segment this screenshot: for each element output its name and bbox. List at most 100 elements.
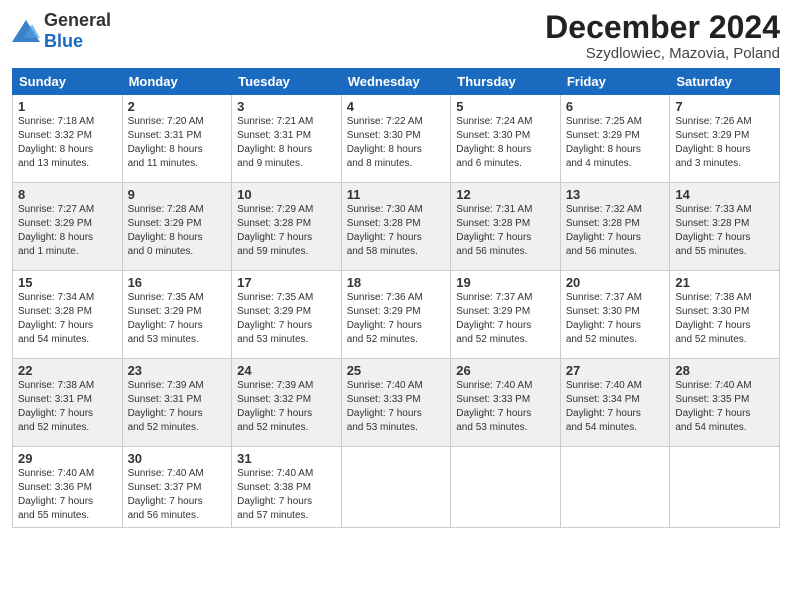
- day-number: 31: [237, 451, 336, 466]
- day-header-saturday: Saturday: [670, 69, 780, 95]
- day-info: Sunrise: 7:40 AM Sunset: 3:33 PM Dayligh…: [347, 379, 446, 435]
- calendar-cell: 1Sunrise: 7:18 AM Sunset: 3:32 PM Daylig…: [13, 95, 123, 183]
- day-number: 22: [18, 363, 117, 378]
- day-info: Sunrise: 7:36 AM Sunset: 3:29 PM Dayligh…: [347, 291, 446, 347]
- day-info: Sunrise: 7:37 AM Sunset: 3:30 PM Dayligh…: [566, 291, 665, 347]
- day-number: 11: [347, 187, 446, 202]
- day-number: 1: [18, 99, 117, 114]
- calendar-cell: 28Sunrise: 7:40 AM Sunset: 3:35 PM Dayli…: [670, 359, 780, 447]
- day-number: 27: [566, 363, 665, 378]
- day-number: 12: [456, 187, 555, 202]
- calendar-cell: 14Sunrise: 7:33 AM Sunset: 3:28 PM Dayli…: [670, 183, 780, 271]
- calendar-cell: 27Sunrise: 7:40 AM Sunset: 3:34 PM Dayli…: [560, 359, 670, 447]
- day-number: 14: [675, 187, 774, 202]
- day-info: Sunrise: 7:40 AM Sunset: 3:34 PM Dayligh…: [566, 379, 665, 435]
- calendar-cell: 21Sunrise: 7:38 AM Sunset: 3:30 PM Dayli…: [670, 271, 780, 359]
- calendar-cell: 29Sunrise: 7:40 AM Sunset: 3:36 PM Dayli…: [13, 447, 123, 528]
- calendar-cell: 20Sunrise: 7:37 AM Sunset: 3:30 PM Dayli…: [560, 271, 670, 359]
- calendar-cell: [451, 447, 561, 528]
- calendar-week-row: 1Sunrise: 7:18 AM Sunset: 3:32 PM Daylig…: [13, 95, 780, 183]
- day-number: 13: [566, 187, 665, 202]
- day-number: 24: [237, 363, 336, 378]
- day-info: Sunrise: 7:24 AM Sunset: 3:30 PM Dayligh…: [456, 115, 555, 171]
- day-header-thursday: Thursday: [451, 69, 561, 95]
- title-block: December 2024 Szydlowiec, Mazovia, Polan…: [545, 10, 780, 62]
- day-info: Sunrise: 7:40 AM Sunset: 3:33 PM Dayligh…: [456, 379, 555, 435]
- day-info: Sunrise: 7:39 AM Sunset: 3:31 PM Dayligh…: [128, 379, 227, 435]
- calendar-cell: 13Sunrise: 7:32 AM Sunset: 3:28 PM Dayli…: [560, 183, 670, 271]
- location-title: Szydlowiec, Mazovia, Poland: [545, 45, 780, 62]
- day-number: 9: [128, 187, 227, 202]
- calendar-cell: 31Sunrise: 7:40 AM Sunset: 3:38 PM Dayli…: [232, 447, 342, 528]
- day-header-tuesday: Tuesday: [232, 69, 342, 95]
- logo-text: General Blue: [44, 10, 111, 52]
- month-title: December 2024: [545, 10, 780, 45]
- calendar-cell: 16Sunrise: 7:35 AM Sunset: 3:29 PM Dayli…: [122, 271, 232, 359]
- day-number: 21: [675, 275, 774, 290]
- day-info: Sunrise: 7:21 AM Sunset: 3:31 PM Dayligh…: [237, 115, 336, 171]
- logo: General Blue: [12, 10, 111, 52]
- day-number: 19: [456, 275, 555, 290]
- day-number: 8: [18, 187, 117, 202]
- calendar-cell: 25Sunrise: 7:40 AM Sunset: 3:33 PM Dayli…: [341, 359, 451, 447]
- day-info: Sunrise: 7:31 AM Sunset: 3:28 PM Dayligh…: [456, 203, 555, 259]
- day-header-friday: Friday: [560, 69, 670, 95]
- day-number: 10: [237, 187, 336, 202]
- calendar-cell: 30Sunrise: 7:40 AM Sunset: 3:37 PM Dayli…: [122, 447, 232, 528]
- day-info: Sunrise: 7:32 AM Sunset: 3:28 PM Dayligh…: [566, 203, 665, 259]
- calendar-cell: 6Sunrise: 7:25 AM Sunset: 3:29 PM Daylig…: [560, 95, 670, 183]
- calendar-week-row: 22Sunrise: 7:38 AM Sunset: 3:31 PM Dayli…: [13, 359, 780, 447]
- calendar-cell: 11Sunrise: 7:30 AM Sunset: 3:28 PM Dayli…: [341, 183, 451, 271]
- day-number: 3: [237, 99, 336, 114]
- day-header-sunday: Sunday: [13, 69, 123, 95]
- calendar-cell: 26Sunrise: 7:40 AM Sunset: 3:33 PM Dayli…: [451, 359, 561, 447]
- day-number: 16: [128, 275, 227, 290]
- day-number: 5: [456, 99, 555, 114]
- day-info: Sunrise: 7:38 AM Sunset: 3:31 PM Dayligh…: [18, 379, 117, 435]
- logo-blue: Blue: [44, 31, 83, 51]
- day-number: 28: [675, 363, 774, 378]
- calendar-cell: 7Sunrise: 7:26 AM Sunset: 3:29 PM Daylig…: [670, 95, 780, 183]
- calendar-cell: 15Sunrise: 7:34 AM Sunset: 3:28 PM Dayli…: [13, 271, 123, 359]
- logo-icon: [12, 20, 40, 42]
- day-info: Sunrise: 7:22 AM Sunset: 3:30 PM Dayligh…: [347, 115, 446, 171]
- calendar-cell: 17Sunrise: 7:35 AM Sunset: 3:29 PM Dayli…: [232, 271, 342, 359]
- calendar-cell: 3Sunrise: 7:21 AM Sunset: 3:31 PM Daylig…: [232, 95, 342, 183]
- day-number: 17: [237, 275, 336, 290]
- day-info: Sunrise: 7:26 AM Sunset: 3:29 PM Dayligh…: [675, 115, 774, 171]
- calendar-cell: 18Sunrise: 7:36 AM Sunset: 3:29 PM Dayli…: [341, 271, 451, 359]
- calendar-cell: [341, 447, 451, 528]
- day-info: Sunrise: 7:37 AM Sunset: 3:29 PM Dayligh…: [456, 291, 555, 347]
- day-number: 2: [128, 99, 227, 114]
- calendar-cell: 12Sunrise: 7:31 AM Sunset: 3:28 PM Dayli…: [451, 183, 561, 271]
- day-info: Sunrise: 7:28 AM Sunset: 3:29 PM Dayligh…: [128, 203, 227, 259]
- day-info: Sunrise: 7:34 AM Sunset: 3:28 PM Dayligh…: [18, 291, 117, 347]
- day-info: Sunrise: 7:40 AM Sunset: 3:35 PM Dayligh…: [675, 379, 774, 435]
- logo-general: General: [44, 10, 111, 30]
- calendar-week-row: 29Sunrise: 7:40 AM Sunset: 3:36 PM Dayli…: [13, 447, 780, 528]
- day-info: Sunrise: 7:20 AM Sunset: 3:31 PM Dayligh…: [128, 115, 227, 171]
- day-info: Sunrise: 7:40 AM Sunset: 3:37 PM Dayligh…: [128, 467, 227, 523]
- calendar-cell: 24Sunrise: 7:39 AM Sunset: 3:32 PM Dayli…: [232, 359, 342, 447]
- calendar-cell: 5Sunrise: 7:24 AM Sunset: 3:30 PM Daylig…: [451, 95, 561, 183]
- calendar-cell: 10Sunrise: 7:29 AM Sunset: 3:28 PM Dayli…: [232, 183, 342, 271]
- day-number: 29: [18, 451, 117, 466]
- day-info: Sunrise: 7:29 AM Sunset: 3:28 PM Dayligh…: [237, 203, 336, 259]
- day-info: Sunrise: 7:33 AM Sunset: 3:28 PM Dayligh…: [675, 203, 774, 259]
- day-number: 25: [347, 363, 446, 378]
- calendar-week-row: 8Sunrise: 7:27 AM Sunset: 3:29 PM Daylig…: [13, 183, 780, 271]
- day-info: Sunrise: 7:18 AM Sunset: 3:32 PM Dayligh…: [18, 115, 117, 171]
- day-info: Sunrise: 7:40 AM Sunset: 3:36 PM Dayligh…: [18, 467, 117, 523]
- calendar-cell: [560, 447, 670, 528]
- calendar-cell: 9Sunrise: 7:28 AM Sunset: 3:29 PM Daylig…: [122, 183, 232, 271]
- calendar-cell: 4Sunrise: 7:22 AM Sunset: 3:30 PM Daylig…: [341, 95, 451, 183]
- day-info: Sunrise: 7:35 AM Sunset: 3:29 PM Dayligh…: [128, 291, 227, 347]
- day-number: 6: [566, 99, 665, 114]
- day-info: Sunrise: 7:30 AM Sunset: 3:28 PM Dayligh…: [347, 203, 446, 259]
- day-info: Sunrise: 7:35 AM Sunset: 3:29 PM Dayligh…: [237, 291, 336, 347]
- day-info: Sunrise: 7:27 AM Sunset: 3:29 PM Dayligh…: [18, 203, 117, 259]
- day-info: Sunrise: 7:38 AM Sunset: 3:30 PM Dayligh…: [675, 291, 774, 347]
- header: General Blue December 2024 Szydlowiec, M…: [12, 10, 780, 62]
- calendar: SundayMondayTuesdayWednesdayThursdayFrid…: [12, 68, 780, 528]
- day-number: 20: [566, 275, 665, 290]
